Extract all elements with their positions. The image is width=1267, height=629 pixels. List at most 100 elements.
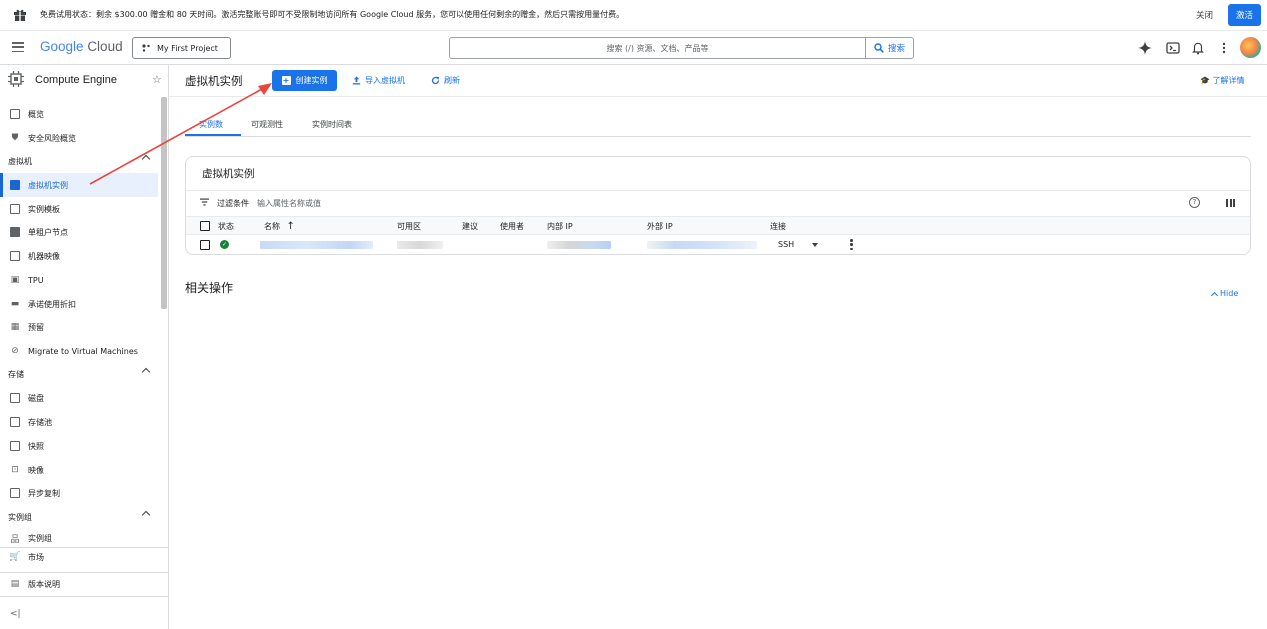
column-recommendation[interactable]: 建议 bbox=[462, 221, 478, 232]
search-input[interactable]: 搜索 (/) 资源、文档、产品等 bbox=[449, 37, 865, 59]
related-actions-heading: 相关操作 bbox=[185, 281, 234, 295]
column-connect[interactable]: 连接 bbox=[770, 221, 786, 232]
arrow-up-icon: ↑ bbox=[286, 221, 295, 232]
vm-instance-icon bbox=[10, 180, 20, 190]
cloud-shell-icon[interactable] bbox=[1166, 41, 1180, 55]
column-name[interactable]: 名称 ↑ bbox=[264, 221, 295, 232]
page-toolbar: 虚拟机实例 + 创建实例 导入虚拟机 刷新 🎓 了解详情 bbox=[169, 65, 1267, 97]
help-icon[interactable]: ? bbox=[1189, 197, 1200, 208]
google-cloud-logo[interactable]: Google Cloud bbox=[40, 39, 123, 54]
column-internal-ip[interactable]: 内部 IP bbox=[547, 221, 573, 232]
running-status-icon: ✓ bbox=[220, 240, 229, 249]
create-instance-button[interactable]: + 创建实例 bbox=[272, 70, 337, 91]
sidebar-item-security-overview[interactable]: ⛊ 安全风险概览 bbox=[0, 126, 158, 150]
dashboard-icon bbox=[10, 109, 20, 119]
sidebar-item-marketplace[interactable]: 🛒 市场 bbox=[0, 547, 158, 567]
sidebar-section-vm[interactable]: 虚拟机 bbox=[0, 149, 158, 173]
left-sidebar: Compute Engine ☆ 概览 ⛊ 安全风险概览 虚拟机 虚拟机实例 实… bbox=[0, 65, 169, 629]
sidebar-item-committed-use-discounts[interactable]: ▬ 承诺使用折扣 bbox=[0, 292, 158, 316]
ssh-button[interactable]: SSH bbox=[778, 240, 794, 249]
search-icon bbox=[874, 43, 884, 53]
school-icon: 🎓 bbox=[1200, 76, 1210, 85]
caret-down-icon[interactable] bbox=[812, 243, 818, 247]
gemini-sparkle-icon[interactable] bbox=[1138, 41, 1152, 55]
filter-label: 过滤条件 bbox=[217, 199, 249, 208]
main-content: 虚拟机实例 + 创建实例 导入虚拟机 刷新 🎓 了解详情 实例数 可观测性 实例… bbox=[169, 65, 1267, 629]
sidebar-item-instance-groups[interactable]: 品 实例组 bbox=[0, 529, 158, 547]
activate-button[interactable]: 激活 bbox=[1228, 4, 1261, 26]
project-picker-button[interactable]: My First Project bbox=[132, 37, 231, 59]
migrate-icon: ⊘ bbox=[11, 346, 19, 356]
notifications-bell-icon[interactable] bbox=[1191, 41, 1205, 55]
divider bbox=[186, 190, 1250, 191]
sidebar-item-reservations[interactable]: ▦ 预留 bbox=[0, 315, 158, 339]
sidebar-item-release-notes[interactable]: ▤ 版本说明 bbox=[0, 572, 158, 596]
hide-related-button[interactable]: Hide bbox=[1210, 289, 1238, 299]
instance-name-link[interactable] bbox=[260, 241, 373, 249]
instance-tabs: 实例数 可观测性 实例时间表 bbox=[185, 115, 1251, 137]
sidebar-item-instance-templates[interactable]: 实例模板 bbox=[0, 197, 158, 221]
sidebar-section-instance-groups[interactable]: 实例组 bbox=[0, 505, 158, 529]
sidebar-item-tpu[interactable]: ▣ TPU bbox=[0, 268, 158, 292]
sidebar-item-snapshots[interactable]: 快照 bbox=[0, 434, 158, 458]
chevron-up-icon bbox=[141, 367, 151, 377]
learn-more-link[interactable]: 🎓 了解详情 bbox=[1200, 75, 1245, 86]
image-icon: ⊡ bbox=[11, 465, 19, 475]
chevron-up-icon bbox=[141, 154, 151, 164]
sidebar-scrollbar[interactable] bbox=[161, 97, 167, 309]
tab-instance-schedules[interactable]: 实例时间表 bbox=[312, 119, 352, 130]
compute-engine-chip-icon bbox=[8, 71, 24, 87]
column-zone[interactable]: 可用区 bbox=[397, 221, 421, 232]
star-icon[interactable]: ☆ bbox=[152, 73, 162, 86]
shield-icon: ⛊ bbox=[11, 133, 19, 143]
card-title: 虚拟机实例 bbox=[202, 168, 255, 180]
column-status[interactable]: 状态 bbox=[218, 221, 234, 232]
project-name: My First Project bbox=[157, 43, 218, 53]
sidebar-item-migrate-to-vms[interactable]: ⊘ Migrate to Virtual Machines bbox=[0, 339, 158, 363]
menu-icon[interactable] bbox=[12, 42, 24, 53]
sidebar-section-storage[interactable]: 存储 bbox=[0, 362, 158, 386]
filter-bar[interactable]: 过滤条件 输入属性名称或值 bbox=[200, 198, 321, 209]
search-button[interactable]: 搜索 bbox=[865, 37, 914, 59]
vm-instances-card: 虚拟机实例 过滤条件 输入属性名称或值 ? 状态 名称 ↑ 可用区 建议 使用者… bbox=[185, 156, 1251, 255]
tab-observability[interactable]: 可观测性 bbox=[251, 119, 283, 130]
close-banner-button[interactable]: 关闭 bbox=[1196, 9, 1213, 21]
active-tab-indicator bbox=[185, 134, 241, 136]
divider bbox=[0, 596, 168, 597]
sidebar-item-async-replication[interactable]: 异步复制 bbox=[0, 481, 158, 505]
row-checkbox[interactable] bbox=[200, 240, 210, 250]
refresh-icon bbox=[431, 76, 440, 85]
tpu-icon: ▣ bbox=[10, 275, 20, 285]
select-all-checkbox[interactable] bbox=[200, 221, 210, 231]
page-title: 虚拟机实例 bbox=[185, 76, 243, 88]
collapse-sidebar-icon[interactable]: <| bbox=[10, 609, 21, 619]
sidebar-item-overview[interactable]: 概览 bbox=[0, 102, 158, 126]
discount-icon: ▬ bbox=[10, 299, 20, 309]
tab-instances[interactable]: 实例数 bbox=[199, 119, 223, 130]
import-vm-button[interactable]: 导入虚拟机 bbox=[352, 75, 405, 86]
disk-icon bbox=[10, 393, 20, 403]
table-row[interactable]: ✓ SSH bbox=[186, 235, 1250, 255]
refresh-button[interactable]: 刷新 bbox=[431, 75, 460, 86]
more-vert-icon[interactable] bbox=[1217, 41, 1231, 55]
machine-image-icon bbox=[10, 251, 20, 261]
row-actions-icon[interactable] bbox=[850, 239, 853, 250]
gift-icon bbox=[14, 9, 26, 21]
sidebar-item-storage-pools[interactable]: 存储池 bbox=[0, 410, 158, 434]
calendar-icon: ▦ bbox=[10, 322, 20, 332]
column-display-icon[interactable] bbox=[1226, 199, 1235, 207]
trial-banner: 免费试用状态：剩余 $300.00 赠金和 80 天时间。激活完整账号即可不受限… bbox=[0, 0, 1267, 31]
sidebar-item-vm-instances[interactable]: 虚拟机实例 bbox=[0, 173, 158, 197]
chevron-up-icon bbox=[141, 510, 151, 520]
external-ip-link[interactable] bbox=[647, 241, 757, 249]
column-in-use-by[interactable]: 使用者 bbox=[500, 221, 524, 232]
column-external-ip[interactable]: 外部 IP bbox=[647, 221, 673, 232]
filter-input[interactable]: 输入属性名称或值 bbox=[257, 198, 321, 209]
sidebar-item-machine-images[interactable]: 机器映像 bbox=[0, 244, 158, 268]
sidebar-item-images[interactable]: ⊡ 映像 bbox=[0, 458, 158, 482]
sidebar-item-disks[interactable]: 磁盘 bbox=[0, 386, 158, 410]
cart-icon: 🛒 bbox=[9, 552, 21, 562]
node-icon bbox=[10, 227, 20, 237]
sidebar-item-sole-tenant-nodes[interactable]: 单租户节点 bbox=[0, 220, 158, 244]
user-avatar[interactable] bbox=[1240, 37, 1261, 58]
